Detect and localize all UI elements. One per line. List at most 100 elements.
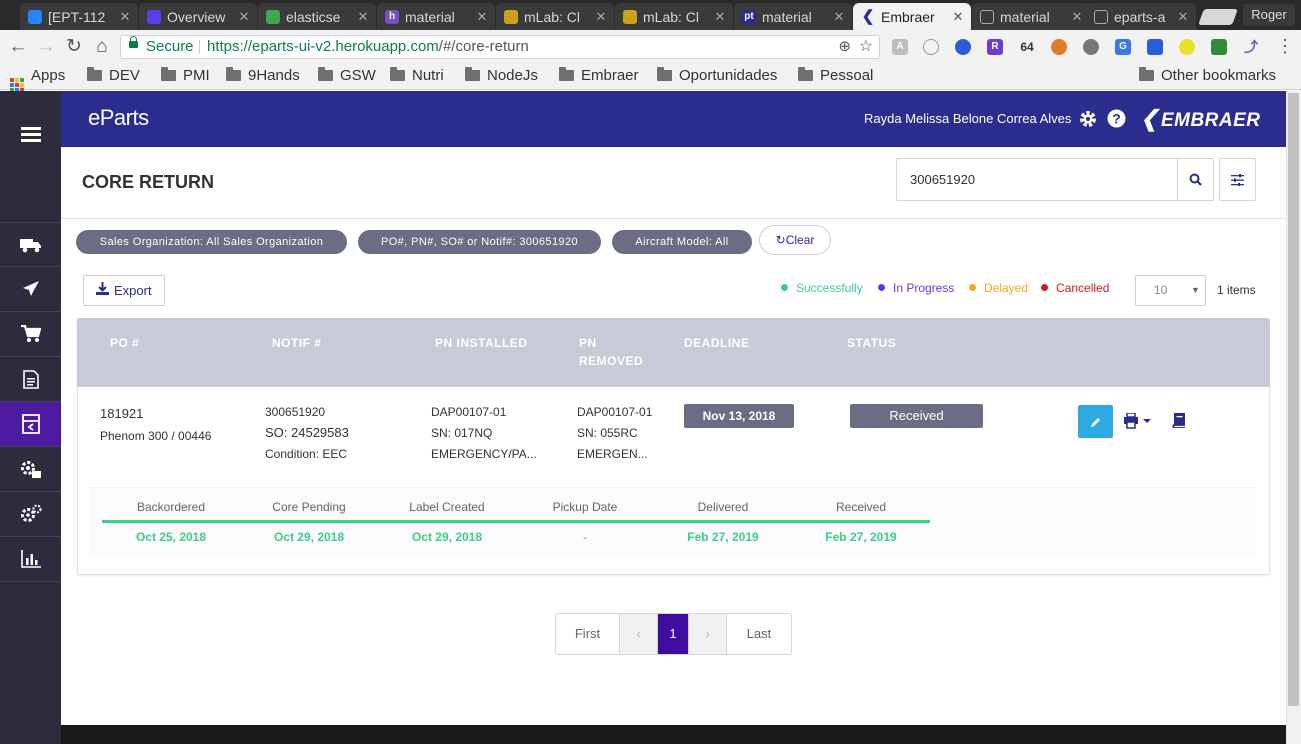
first-page-button[interactable]: First (556, 614, 620, 654)
address-bar[interactable]: Secure https://eparts-ui-v2.herokuapp.co… (120, 35, 880, 59)
browser-tab[interactable]: mLab: Cl ✕ (615, 3, 733, 30)
close-icon[interactable]: ✕ (356, 9, 370, 25)
extension-icon[interactable] (1211, 39, 1227, 55)
document-icon (1094, 9, 1108, 24)
print-menu-button[interactable] (1124, 412, 1156, 434)
column-header-status[interactable]: STATUS (847, 334, 896, 352)
manual-button[interactable] (1171, 412, 1186, 433)
browser-tab-active[interactable]: ❮ Embraer ✕ (853, 3, 971, 30)
close-icon[interactable]: ✕ (951, 9, 965, 25)
filter-chip-aircraft[interactable]: Aircraft Model: All (612, 230, 752, 254)
browser-tab[interactable]: mLab: Cl ✕ (496, 3, 614, 30)
forward-icon[interactable]: → (32, 30, 60, 63)
column-header-po[interactable]: PO # (110, 334, 139, 352)
extension-icon[interactable] (1083, 39, 1099, 55)
timeline-progress-line (102, 520, 930, 523)
extension-icon[interactable]: A (892, 39, 908, 55)
bookmark-star-icon[interactable]: ☆ (859, 36, 873, 58)
sidebar-item-settings[interactable] (0, 492, 61, 537)
sidebar-item-core-return[interactable] (0, 402, 61, 447)
deadline-badge: Nov 13, 2018 (684, 404, 794, 428)
bookmark-folder[interactable]: Pessoal (798, 63, 873, 89)
folder-icon (87, 67, 102, 81)
bookmark-folder[interactable]: PMI (161, 63, 210, 89)
column-header-notif[interactable]: NOTIF # (272, 334, 322, 352)
next-page-button[interactable]: › (689, 614, 727, 654)
bookmark-folder[interactable]: Oportunidades (657, 63, 777, 89)
page-1-button[interactable]: 1 (658, 614, 689, 654)
close-icon[interactable]: ✕ (1176, 9, 1190, 25)
close-icon[interactable]: ✕ (713, 9, 727, 25)
search-button[interactable] (1177, 158, 1214, 201)
app-logo[interactable]: eParts (88, 105, 149, 131)
translate-icon[interactable]: G (1115, 39, 1131, 55)
sidebar-item-reports[interactable] (0, 537, 61, 582)
sidebar-item-flights[interactable] (0, 267, 61, 312)
extension-icon[interactable] (1147, 39, 1163, 55)
browser-tab[interactable]: [EPT-112 ✕ (20, 3, 138, 30)
status-dot (1041, 284, 1048, 291)
bookmark-folder[interactable]: DEV (87, 63, 140, 89)
sidebar-item-documents[interactable] (0, 357, 61, 402)
extension-icon[interactable] (1179, 39, 1195, 55)
user-name[interactable]: Rayda Melissa Belone Correa Alves (864, 111, 1071, 126)
sidebar-item-shipping[interactable] (0, 222, 61, 267)
extension-icon[interactable]: ⤴ (1243, 39, 1259, 55)
bookmark-folder[interactable]: GSW (318, 63, 376, 89)
reload-icon[interactable]: ↻ (60, 30, 88, 63)
clear-filters-button[interactable]: ↻Clear (759, 225, 831, 255)
browser-tab[interactable]: elasticse ✕ (258, 3, 376, 30)
sidebar-item-orders[interactable] (0, 312, 61, 357)
prev-page-button[interactable]: ‹ (620, 614, 658, 654)
status-dot (781, 284, 788, 291)
column-header-pn-removed[interactable]: PN REMOVED (579, 334, 643, 370)
bookmark-folder[interactable]: Embraer (559, 63, 639, 89)
scrollbar-thumb[interactable] (1288, 93, 1299, 706)
extension-icon[interactable]: 64 (1019, 39, 1035, 55)
close-icon[interactable]: ✕ (237, 9, 251, 25)
edit-button[interactable] (1078, 405, 1113, 438)
bookmark-folder[interactable]: 9Hands (226, 63, 300, 89)
hamburger-menu-button[interactable] (0, 91, 61, 179)
help-icon[interactable]: ? (1107, 109, 1126, 133)
filter-chip-sales-org[interactable]: Sales Organization: All Sales Organizati… (76, 230, 347, 254)
folder-icon (465, 67, 480, 81)
browser-tab[interactable]: pt material ✕ (734, 3, 852, 30)
zoom-icon[interactable]: ⊕ (838, 36, 851, 58)
filter-chip-search[interactable]: PO#, PN#, SO# or Notif#: 300651920 (358, 230, 601, 254)
search-input[interactable]: 300651920 (896, 158, 1178, 201)
extension-icon[interactable] (923, 39, 939, 55)
browser-tab[interactable]: Overview ✕ (139, 3, 257, 30)
bookmark-folder[interactable]: NodeJs (465, 63, 538, 89)
bookmark-label: Embraer (581, 67, 639, 84)
browser-tab[interactable]: material ✕ (972, 3, 1090, 30)
last-page-button[interactable]: Last (727, 614, 791, 654)
bookmark-folder[interactable]: Nutri (390, 63, 444, 89)
sidebar-item-parts-settings[interactable] (0, 447, 61, 492)
sn-installed: SN: 017NQ (431, 426, 493, 440)
timeline-step-date: - (583, 530, 587, 544)
browser-tab[interactable]: eparts-a ✕ (1086, 3, 1196, 30)
extension-icon[interactable] (955, 39, 971, 55)
extension-icon[interactable]: R (987, 39, 1003, 55)
extension-icon[interactable] (1051, 39, 1067, 55)
close-icon[interactable]: ✕ (1070, 9, 1084, 25)
embraer-logo: ❮ EMBRAER (1140, 106, 1261, 132)
bookmark-folder-other[interactable]: Other bookmarks (1139, 63, 1276, 89)
home-icon[interactable]: ⌂ (88, 30, 116, 63)
close-icon[interactable]: ✕ (594, 9, 608, 25)
gear-icon[interactable] (1079, 110, 1097, 133)
browser-tab[interactable]: h material ✕ (377, 3, 495, 30)
bookmark-apps[interactable]: Apps (10, 63, 65, 92)
profile-button[interactable]: Roger (1243, 4, 1295, 26)
back-icon[interactable]: ← (4, 30, 32, 63)
column-header-pn-installed[interactable]: PN INSTALLED (435, 334, 527, 352)
column-header-deadline[interactable]: DEADLINE (684, 334, 749, 352)
advanced-filter-button[interactable] (1219, 158, 1256, 201)
close-icon[interactable]: ✕ (832, 9, 846, 25)
browser-menu-icon[interactable]: ⋮ (1276, 30, 1294, 63)
close-icon[interactable]: ✕ (118, 9, 132, 25)
bookmark-label: Oportunidades (679, 67, 778, 84)
close-icon[interactable]: ✕ (475, 9, 489, 25)
new-tab-button[interactable] (1198, 9, 1238, 25)
